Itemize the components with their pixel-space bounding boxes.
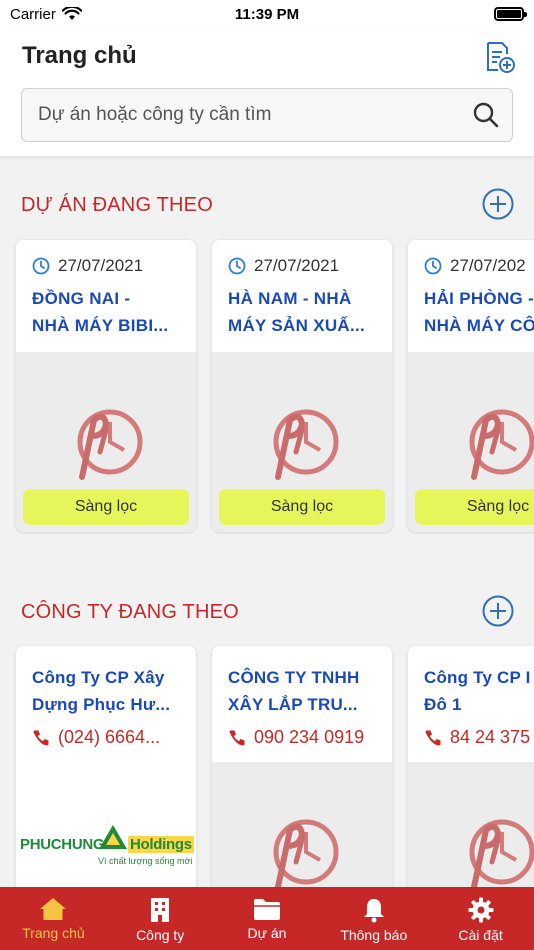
triangle-logo-icon [99, 825, 127, 849]
projects-carousel[interactable]: 27/07/2021 ĐỒNG NAI - NHÀ MÁY BIBI... Sà… [0, 238, 534, 534]
project-date: 27/07/202 [450, 256, 526, 275]
company-phone[interactable]: (024) 6664... [58, 727, 160, 748]
project-card[interactable]: 27/07/202 HẢI PHÒNG - NHÀ MÁY CÔ Sàng lọ… [408, 240, 534, 532]
home-icon [40, 898, 67, 920]
company-phone[interactable]: 090 234 0919 [254, 727, 364, 748]
project-image: Sàng lọc [212, 352, 392, 532]
phuchung-logo: PHUCHUNG Holdings Vì chất lượng sống mới [18, 824, 196, 874]
bell-icon [363, 899, 384, 923]
tab-notifications[interactable]: Thông báo [320, 887, 427, 950]
placeholder-logo-icon [273, 819, 339, 887]
company-name: Công Ty CP I Đô 1 [424, 668, 531, 714]
clock-icon [424, 257, 442, 275]
project-date: 27/07/2021 [254, 256, 340, 275]
projects-section-title: DỰ ÁN ĐANG THEO [21, 194, 213, 216]
company-card[interactable]: Công Ty CP Xây Dựng Phục Hư... (024) 666… [16, 646, 196, 887]
project-image: Sàng lọc [408, 352, 534, 532]
gear-icon [468, 897, 494, 923]
add-document-icon [487, 42, 515, 73]
clock-icon [228, 257, 246, 275]
folder-icon [253, 899, 280, 920]
phone-icon [425, 730, 441, 745]
clock-icon [32, 257, 50, 275]
project-card[interactable]: 27/07/2021 HÀ NAM - NHÀ MÁY SẢN XUẤ... S… [212, 240, 392, 532]
tab-settings[interactable]: Cài đặt [427, 887, 534, 950]
tab-projects[interactable]: Dự án [214, 887, 321, 950]
phone-icon [229, 730, 245, 745]
phone-icon [33, 730, 49, 745]
project-title: HÀ NAM - NHÀ MÁY SẢN XUẤ... [228, 289, 366, 335]
search-box [21, 88, 513, 142]
header: Trang chủ [0, 28, 534, 156]
tab-home[interactable]: Trang chủ [0, 887, 107, 950]
projects-section-header: DỰ ÁN ĐANG THEO [0, 188, 534, 228]
company-card[interactable]: Công Ty CP I Đô 1 84 24 375 [408, 646, 534, 887]
tab-bar: Trang chủ Công ty Dự án Thông báo Cài đặ… [0, 887, 534, 950]
filter-button[interactable]: Sàng lọc [23, 489, 189, 525]
company-logo-image [212, 762, 392, 887]
companies-section-header: CÔNG TY ĐANG THEO [0, 595, 534, 635]
placeholder-logo-icon [77, 409, 143, 480]
search-input[interactable] [38, 104, 472, 126]
project-card[interactable]: 27/07/2021 ĐỒNG NAI - NHÀ MÁY BIBI... Sà… [16, 240, 196, 532]
plus-circle-icon [482, 595, 514, 627]
project-image: Sàng lọc [16, 352, 196, 532]
filter-button[interactable]: Sàng lọc [415, 489, 534, 525]
placeholder-logo-icon [469, 409, 534, 480]
company-logo-image [408, 762, 534, 887]
wifi-icon [61, 7, 82, 20]
project-title: HẢI PHÒNG - NHÀ MÁY CÔ [424, 289, 534, 335]
filter-button[interactable]: Sàng lọc [219, 489, 385, 525]
page-title: Trang chủ [22, 42, 137, 69]
project-title: ĐỒNG NAI - NHÀ MÁY BIBI... [32, 289, 169, 335]
company-name: Công Ty CP Xây Dựng Phục Hư... [32, 668, 171, 714]
company-logo-image: PHUCHUNG Holdings Vì chất lượng sống mới [16, 762, 196, 887]
company-phone[interactable]: 84 24 375 [450, 727, 530, 748]
battery-icon [494, 7, 527, 21]
add-company-button[interactable] [482, 595, 514, 627]
carrier-label: Carrier [10, 5, 56, 23]
companies-carousel[interactable]: Công Ty CP Xây Dựng Phục Hư... (024) 666… [0, 644, 534, 887]
building-icon [151, 898, 170, 922]
status-bar: Carrier 11:39 PM [0, 0, 534, 28]
add-project-button[interactable] [482, 188, 514, 220]
company-card[interactable]: CÔNG TY TNHH XÂY LẮP TRU... 090 234 0919 [212, 646, 392, 887]
company-name: CÔNG TY TNHH XÂY LẮP TRU... [228, 668, 360, 714]
placeholder-logo-icon [273, 409, 339, 480]
project-date: 27/07/2021 [58, 256, 144, 275]
companies-section-title: CÔNG TY ĐANG THEO [21, 601, 239, 623]
add-document-button[interactable] [482, 40, 516, 74]
placeholder-logo-icon [469, 819, 534, 887]
search-icon[interactable] [472, 101, 500, 129]
tab-company[interactable]: Công ty [107, 887, 214, 950]
plus-circle-icon [482, 188, 514, 220]
